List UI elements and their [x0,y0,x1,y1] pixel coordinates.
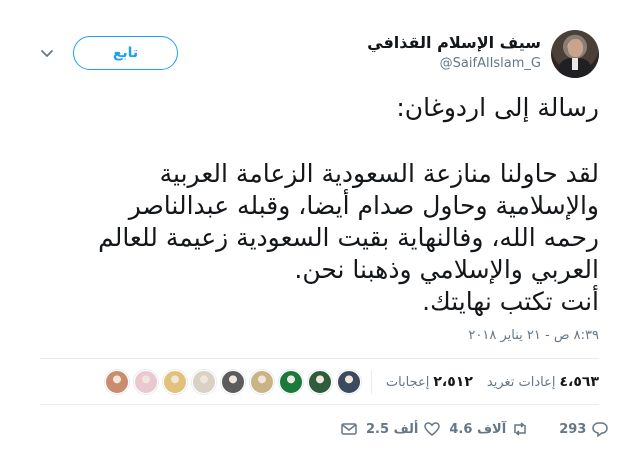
retweet-count: 4.6 آلاف [449,421,507,437]
liker-avatar[interactable] [105,370,129,394]
follow-button[interactable]: تابع [73,36,178,70]
liker-avatar[interactable] [221,370,245,394]
retweet-button[interactable]: 4.6 آلاف [449,420,529,438]
tweet-line: العربي والإسلامي وذهبنا نحن. [294,255,599,284]
envelope-icon [341,423,357,435]
retweet-icon [514,422,526,436]
avatar-shirt [572,58,578,70]
user-handle[interactable]: @SaifAlIslam_G [440,56,541,71]
tweet-actions: 2.5 ألف 4.6 آلاف 293 [340,420,609,438]
stats-separator [370,370,372,394]
retweets-label: إعادات تغريد [486,375,556,390]
liker-avatar[interactable] [134,370,158,394]
tweet-line: لقد حاولنا منازعة السعودية الزعامة العرب… [159,159,599,188]
likes-stat[interactable]: ٢،٥١٢ إعجابات [386,374,473,390]
liker-avatars [105,370,361,394]
divider [40,404,599,405]
retweets-stat[interactable]: ٤،٥٦٣ إعادات تغريد [487,374,599,390]
reply-count: 293 [559,421,587,437]
retweets-count: ٤،٥٦٣ [559,374,600,390]
likes-count: ٢،٥١٢ [433,374,473,390]
share-button[interactable] [340,420,358,438]
divider [40,358,599,359]
tweet-line: رحمه الله، وفالنهاية بقيت السعودية زعيمة… [98,223,599,252]
liker-avatar[interactable] [337,370,361,394]
liker-avatar[interactable] [308,370,332,394]
avatar-face [568,39,583,57]
tweet-line: أنت تكتب نهايتك. [422,287,599,316]
liker-avatar[interactable] [279,370,303,394]
tweet-line: رسالة إلى اردوغان: [396,93,599,122]
reply-button[interactable]: 293 [559,420,609,438]
tweet-text: رسالة إلى اردوغان: لقد حاولنا منازعة الس… [39,92,599,318]
chevron-down-icon[interactable] [40,46,54,60]
heart-icon [424,422,441,436]
likes-label: إعجابات [385,375,430,390]
like-count: 2.5 ألف [366,421,419,437]
liker-avatar[interactable] [250,370,274,394]
reply-icon [592,422,609,438]
tweet-line: والإسلامية وحاول صدام أيضا، وقبله عبدالن… [128,191,599,220]
liker-avatar[interactable] [192,370,216,394]
like-button[interactable]: 2.5 ألف [366,420,441,438]
tweet-timestamp[interactable]: ٨:٣٩ ص - ٢١ يناير ٢٠١٨ [468,328,599,343]
tweet-stats: ٤،٥٦٣ إعادات تغريد ٢،٥١٢ إعجابات [370,370,599,394]
tweet-card: سيف الإسلام القذافي @SaifAlIslam_G تابع … [0,0,639,468]
profile-avatar[interactable] [551,30,599,78]
liker-avatar[interactable] [163,370,187,394]
display-name[interactable]: سيف الإسلام القذافي [367,33,541,52]
